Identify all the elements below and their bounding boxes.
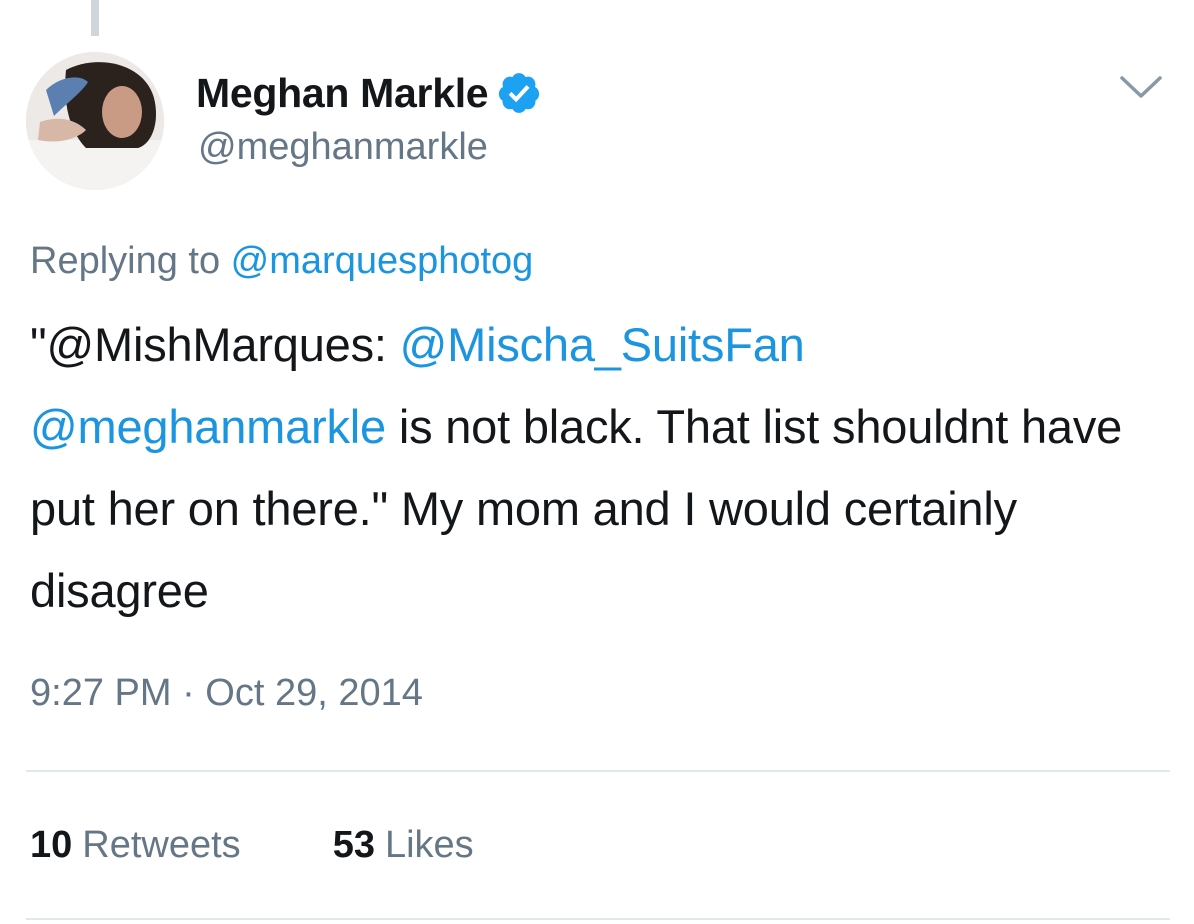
mention-mishmarques[interactable]: @MishMarques [46,318,374,371]
verified-badge-icon [496,70,542,116]
divider-bottom [26,918,1170,920]
mention-meghanmarkle-link[interactable]: @meghanmarkle [30,400,386,453]
replying-to-line: Replying to @marquesphotog [30,240,533,283]
retweets-count: 10 [30,824,73,866]
tweet-timestamp[interactable]: 9:27 PM · Oct 29, 2014 [30,672,423,715]
chevron-down-icon[interactable] [1118,72,1164,102]
retweets-label: Retweets [82,824,241,866]
tweet: Meghan Markle @meghanmarkle Replying to … [0,0,1194,924]
mention-mischa-suitsfan-link[interactable]: @Mischa_SuitsFan [400,318,805,371]
tweet-text: "@MishMarques: @Mischa_SuitsFan @meghanma… [30,304,1150,632]
likes-stat[interactable]: 53 Likes [333,824,474,867]
replying-to-label: Replying to [30,240,231,282]
tweet-stats: 10 Retweets 53 Likes [30,824,566,867]
author-name-row: Meghan Markle [196,66,542,120]
retweets-stat[interactable]: 10 Retweets [30,824,241,867]
author-display-name[interactable]: Meghan Markle [196,70,489,117]
likes-label: Likes [384,824,474,866]
thread-connector-line [91,0,99,36]
colon-text: : [373,318,400,371]
likes-count: 53 [332,824,375,866]
author-handle[interactable]: @meghanmarkle [198,126,488,169]
reply-to-mention-link[interactable]: @marquesphotog [231,240,534,282]
divider-top [26,770,1170,772]
avatar-image [26,52,164,190]
avatar[interactable] [26,52,164,190]
quote-mark: " [30,318,47,371]
